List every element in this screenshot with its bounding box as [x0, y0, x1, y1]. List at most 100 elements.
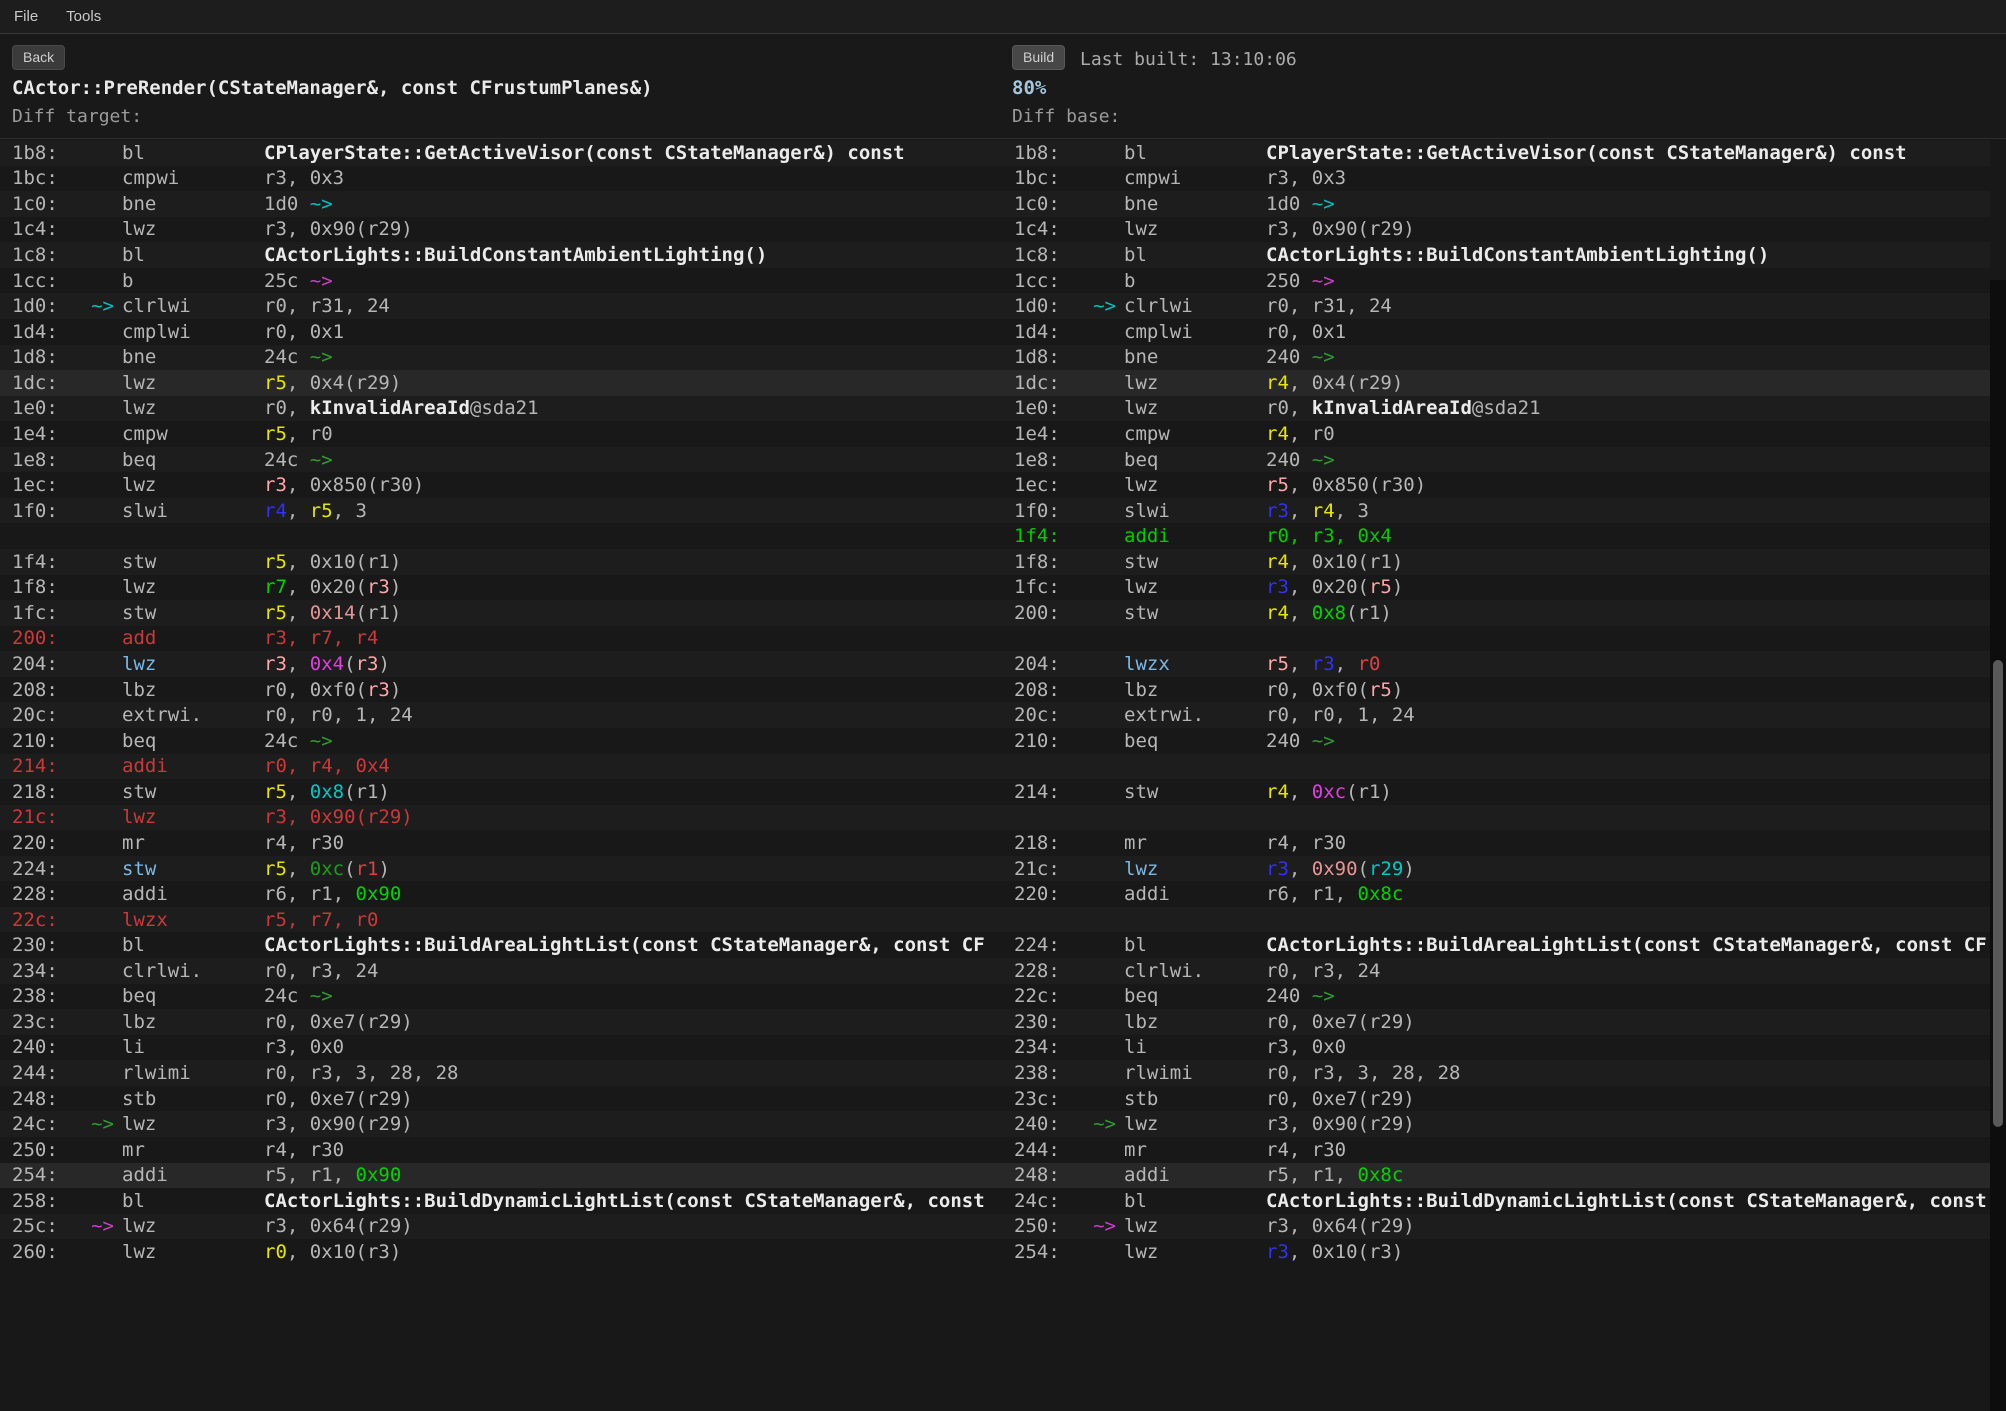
base-asm-cell[interactable]: 224:blCActorLights::BuildAreaLightList(c…	[1012, 932, 1990, 958]
target-asm-cell[interactable]: 24c:~>lwzr3, 0x90(r29)	[0, 1111, 1003, 1137]
menu-file[interactable]: File	[0, 0, 52, 33]
target-asm-cell[interactable]: 1e8:beq24c ~>	[0, 447, 1003, 473]
base-asm-cell[interactable]: 238:rlwimir0, r3, 3, 28, 28	[1012, 1060, 1990, 1086]
base-asm-cell[interactable]: 1bc:cmpwir3, 0x3	[1012, 166, 1990, 192]
base-asm-cell[interactable]: 1f0:slwir3, r4, 3	[1012, 498, 1990, 524]
base-asm-cell[interactable]: 21c:lwzr3, 0x90(r29)	[1012, 856, 1990, 882]
base-asm-cell[interactable]: 1d4:cmplwir0, 0x1	[1012, 319, 1990, 345]
target-asm-cell[interactable]: 1cc:b25c ~>	[0, 268, 1003, 294]
target-asm-cell[interactable]: 20c:extrwi.r0, r0, 1, 24	[0, 702, 1003, 728]
operand-token: ,	[287, 602, 310, 624]
scrollbar-thumb[interactable]	[1993, 660, 2003, 1127]
base-asm-cell[interactable]: 228:clrlwi.r0, r3, 24	[1012, 958, 1990, 984]
target-asm-cell[interactable]: 1d0:~>clrlwir0, r31, 24	[0, 293, 1003, 319]
scrollbar-track[interactable]	[1990, 280, 2006, 1411]
target-asm-cell[interactable]: 23c:lbzr0, 0xe7(r29)	[0, 1009, 1003, 1035]
base-asm-cell[interactable]: 1c0:bne1d0 ~>	[1012, 191, 1990, 217]
target-asm-cell[interactable]: 230:blCActorLights::BuildAreaLightList(c…	[0, 932, 1003, 958]
base-asm-cell[interactable]: 22c:beq240 ~>	[1012, 984, 1990, 1010]
base-asm-cell[interactable]: 20c:extrwi.r0, r0, 1, 24	[1012, 702, 1990, 728]
target-asm-cell[interactable]: 1f8:lwzr7, 0x20(r3)	[0, 575, 1003, 601]
target-asm-cell[interactable]: 1fc:stwr5, 0x14(r1)	[0, 600, 1003, 626]
base-asm-cell[interactable]: 1c4:lwzr3, 0x90(r29)	[1012, 217, 1990, 243]
target-asm-cell[interactable]: 220:mrr4, r30	[0, 830, 1003, 856]
base-asm-cell[interactable]: 234:lir3, 0x0	[1012, 1035, 1990, 1061]
target-asm-cell[interactable]: 1d4:cmplwir0, 0x1	[0, 319, 1003, 345]
base-asm-cell[interactable]: 250:~>lwzr3, 0x64(r29)	[1012, 1214, 1990, 1240]
target-asm-cell[interactable]: 25c:~>lwzr3, 0x64(r29)	[0, 1214, 1003, 1240]
target-asm-cell[interactable]: 258:blCActorLights::BuildDynamicLightLis…	[0, 1188, 1003, 1214]
target-asm-cell[interactable]: 1f0:slwir4, r5, 3	[0, 498, 1003, 524]
asm-operands: r5, r3, r0	[1266, 653, 1380, 675]
target-asm-cell[interactable]: 260:lwzr0, 0x10(r3)	[0, 1239, 1003, 1265]
target-asm-cell[interactable]: 204:lwzr3, 0x4(r3)	[0, 651, 1003, 677]
base-asm-cell[interactable]: 1cc:b250 ~>	[1012, 268, 1990, 294]
base-asm-cell[interactable]: 210:beq240 ~>	[1012, 728, 1990, 754]
target-asm-cell[interactable]: 240:lir3, 0x0	[0, 1035, 1003, 1061]
asm-mnemonic: lwz	[1124, 1113, 1266, 1135]
asm-address: 220:	[12, 832, 80, 854]
base-asm-cell[interactable]: 1f8:stwr4, 0x10(r1)	[1012, 549, 1990, 575]
base-asm-cell[interactable]: 218:mrr4, r30	[1012, 830, 1990, 856]
base-asm-cell[interactable]: 1c8:blCActorLights::BuildConstantAmbient…	[1012, 242, 1990, 268]
target-asm-cell[interactable]: 1e4:cmpwr5, r0	[0, 421, 1003, 447]
back-button[interactable]: Back	[12, 45, 65, 70]
target-asm-cell[interactable]: 1ec:lwzr3, 0x850(r30)	[0, 472, 1003, 498]
target-asm-cell[interactable]: 1bc:cmpwir3, 0x3	[0, 166, 1003, 192]
target-asm-cell[interactable]: 22c:lwzxr5, r7, r0	[0, 907, 1003, 933]
base-asm-cell[interactable]: 208:lbzr0, 0xf0(r5)	[1012, 677, 1990, 703]
asm-operands: r5, 0x8(r1)	[264, 781, 390, 803]
target-asm-cell[interactable]: 1c0:bne1d0 ~>	[0, 191, 1003, 217]
target-asm-cell[interactable]: 200:addr3, r7, r4	[0, 626, 1003, 652]
target-asm-cell[interactable]: 250:mrr4, r30	[0, 1137, 1003, 1163]
base-asm-cell[interactable]: 1e0:lwzr0, kInvalidAreaId@sda21	[1012, 396, 1990, 422]
base-asm-cell[interactable]: 24c:blCActorLights::BuildDynamicLightLis…	[1012, 1188, 1990, 1214]
operand-token: r5	[1369, 576, 1392, 598]
target-asm-cell[interactable]: 234:clrlwi.r0, r3, 24	[0, 958, 1003, 984]
base-asm-cell[interactable]: 23c:stbr0, 0xe7(r29)	[1012, 1086, 1990, 1112]
base-asm-cell[interactable]: 1e8:beq240 ~>	[1012, 447, 1990, 473]
asm-address: 200:	[12, 627, 80, 649]
target-asm-cell[interactable]: 214:addir0, r4, 0x4	[0, 754, 1003, 780]
target-asm-cell[interactable]: 1d8:bne24c ~>	[0, 345, 1003, 371]
base-asm-cell[interactable]: 1b8:blCPlayerState::GetActiveVisor(const…	[1012, 140, 1990, 166]
base-asm-cell[interactable]: 1dc:lwzr4, 0x4(r29)	[1012, 370, 1990, 396]
menu-tools[interactable]: Tools	[52, 0, 115, 33]
operand-token: 0x90	[356, 883, 402, 905]
base-asm-cell[interactable]: 204:lwzxr5, r3, r0	[1012, 651, 1990, 677]
base-asm-cell[interactable]: 254:lwzr3, 0x10(r3)	[1012, 1239, 1990, 1265]
base-asm-cell[interactable]: 1f4:addir0, r3, 0x4	[1012, 523, 1990, 549]
target-asm-cell[interactable]: 1dc:lwzr5, 0x4(r29)	[0, 370, 1003, 396]
target-asm-cell[interactable]: 1f4:stwr5, 0x10(r1)	[0, 549, 1003, 575]
target-asm-cell[interactable]: 228:addir6, r1, 0x90	[0, 881, 1003, 907]
target-asm-cell[interactable]: 1e0:lwzr0, kInvalidAreaId@sda21	[0, 396, 1003, 422]
build-button[interactable]: Build	[1012, 45, 1065, 70]
target-asm-cell[interactable]: 244:rlwimir0, r3, 3, 28, 28	[0, 1060, 1003, 1086]
base-asm-cell[interactable]: 1d8:bne240 ~>	[1012, 345, 1990, 371]
base-asm-cell[interactable]: 1fc:lwzr3, 0x20(r5)	[1012, 575, 1990, 601]
base-asm-cell[interactable]: 200:stwr4, 0x8(r1)	[1012, 600, 1990, 626]
target-asm-cell[interactable]: 1c4:lwzr3, 0x90(r29)	[0, 217, 1003, 243]
asm-mnemonic: cmplwi	[122, 321, 264, 343]
base-asm-cell[interactable]: 220:addir6, r1, 0x8c	[1012, 881, 1990, 907]
target-asm-cell[interactable]: 1b8:blCPlayerState::GetActiveVisor(const…	[0, 140, 1003, 166]
base-asm-cell[interactable]: 240:~>lwzr3, 0x90(r29)	[1012, 1111, 1990, 1137]
target-asm-cell[interactable]: 1c8:blCActorLights::BuildConstantAmbient…	[0, 242, 1003, 268]
target-asm-cell[interactable]: 21c:lwzr3, 0x90(r29)	[0, 805, 1003, 831]
target-asm-cell[interactable]: 248:stbr0, 0xe7(r29)	[0, 1086, 1003, 1112]
base-asm-cell[interactable]: 1ec:lwzr5, 0x850(r30)	[1012, 472, 1990, 498]
target-asm-cell[interactable]: 208:lbzr0, 0xf0(r3)	[0, 677, 1003, 703]
base-asm-cell[interactable]: 1d0:~>clrlwir0, r31, 24	[1012, 293, 1990, 319]
target-asm-cell[interactable]: 218:stwr5, 0x8(r1)	[0, 779, 1003, 805]
base-asm-cell[interactable]: 244:mrr4, r30	[1012, 1137, 1990, 1163]
target-asm-cell[interactable]: 210:beq24c ~>	[0, 728, 1003, 754]
target-asm-cell[interactable]: 238:beq24c ~>	[0, 984, 1003, 1010]
base-asm-cell[interactable]: 1e4:cmpwr4, r0	[1012, 421, 1990, 447]
asm-row: 228:addir6, r1, 0x90 220:addir6, r1, 0x8c	[0, 881, 1990, 907]
target-asm-cell[interactable]: 254:addir5, r1, 0x90	[0, 1163, 1003, 1189]
operand-token: 0x90	[356, 1164, 402, 1186]
base-asm-cell[interactable]: 248:addir5, r1, 0x8c	[1012, 1163, 1990, 1189]
base-asm-cell[interactable]: 214:stwr4, 0xc(r1)	[1012, 779, 1990, 805]
base-asm-cell[interactable]: 230:lbzr0, 0xe7(r29)	[1012, 1009, 1990, 1035]
target-asm-cell[interactable]: 224:stwr5, 0xc(r1)	[0, 856, 1003, 882]
